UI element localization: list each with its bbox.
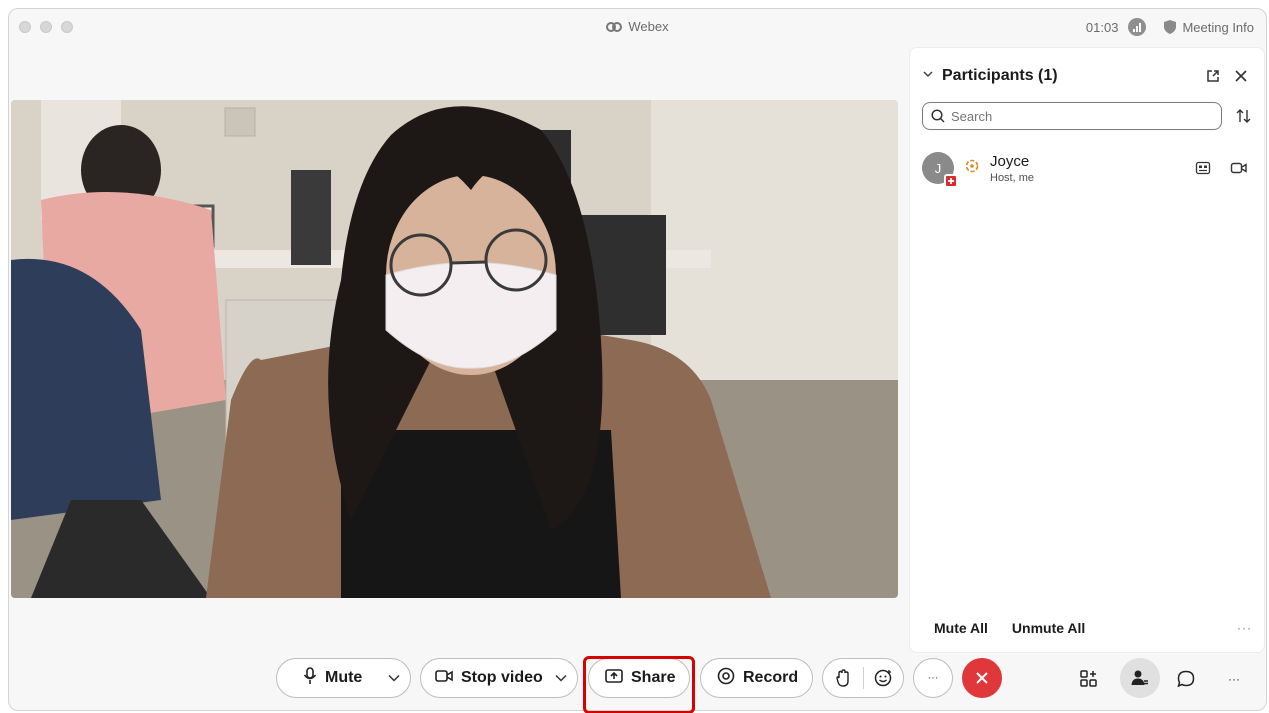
panel-more-options-button[interactable]: ··· <box>1237 621 1252 635</box>
app-title: Webex <box>9 19 1266 36</box>
more-options-button[interactable]: ··· <box>913 658 953 698</box>
record-button[interactable]: Record <box>700 658 813 698</box>
participant-name: Joyce <box>990 152 1030 170</box>
participants-icon <box>1131 670 1148 685</box>
mute-button-label: Mute <box>325 669 363 686</box>
participants-title: Participants (1) <box>942 67 1058 84</box>
webex-window: Webex 01:03 Meeting Info Participants (1… <box>8 8 1267 711</box>
unmute-all-button[interactable]: Unmute All <box>1000 618 1097 638</box>
more-panels-button[interactable]: ··· <box>1216 661 1252 697</box>
participants-toggle-button[interactable] <box>1120 658 1160 698</box>
title-bar-status: 01:03 Meeting Info <box>1086 18 1254 36</box>
recording-badge-icon <box>944 174 958 188</box>
leave-meeting-button[interactable] <box>962 658 1002 698</box>
record-icon <box>717 667 735 690</box>
record-button-label: Record <box>743 669 799 686</box>
chat-bubble-icon <box>1177 670 1195 688</box>
connection-signal-icon[interactable] <box>1128 18 1147 36</box>
mute-all-button[interactable]: Mute All <box>922 618 1000 638</box>
more-panels-label: ··· <box>1228 672 1240 686</box>
microphone-icon <box>303 666 317 690</box>
video-frame-image <box>11 100 898 598</box>
stop-video-control[interactable]: Stop video <box>420 658 578 698</box>
video-camera-icon <box>435 669 453 688</box>
meeting-info-button[interactable]: Meeting Info <box>1164 20 1254 35</box>
caption-icon[interactable] <box>1190 161 1216 175</box>
mute-options-chevron-icon[interactable] <box>388 669 400 687</box>
share-screen-icon <box>605 668 623 689</box>
collapse-panel-chevron-icon[interactable] <box>922 67 934 85</box>
raise-hand-icon[interactable] <box>823 669 863 687</box>
chat-button[interactable] <box>1168 661 1204 697</box>
search-icon <box>931 109 945 123</box>
share-button-label: Share <box>631 669 676 686</box>
reactions-group <box>822 658 904 698</box>
share-button[interactable]: Share <box>588 658 690 698</box>
mute-control[interactable]: Mute <box>276 658 411 698</box>
participant-row[interactable]: J Joyce Host, me <box>922 148 1252 188</box>
avatar: J <box>922 152 958 188</box>
more-options-label: ··· <box>927 672 939 684</box>
pop-out-panel-icon[interactable] <box>1202 65 1224 87</box>
participants-panel: Participants (1) J <box>909 47 1265 653</box>
meeting-timer: 01:03 <box>1085 19 1119 35</box>
close-panel-icon[interactable] <box>1230 65 1252 87</box>
meeting-info-label: Meeting Info <box>1182 19 1254 35</box>
participant-info: Joyce Host, me <box>990 153 1180 184</box>
video-options-chevron-icon[interactable] <box>555 669 567 687</box>
participant-search-box[interactable] <box>922 102 1222 130</box>
apps-button[interactable] <box>1071 661 1107 697</box>
self-video-feed[interactable] <box>11 100 898 598</box>
avatar-initial: J <box>934 160 942 176</box>
emoji-reaction-icon[interactable] <box>864 669 904 687</box>
host-icon <box>964 158 980 179</box>
shield-icon <box>1164 20 1177 34</box>
sort-participants-icon[interactable] <box>1222 102 1252 130</box>
participants-header: Participants (1) <box>922 64 1252 88</box>
app-title-text: Webex <box>628 19 669 34</box>
participants-footer: Mute All Unmute All ··· <box>922 616 1252 640</box>
search-input[interactable] <box>951 108 1191 124</box>
participant-search-row <box>922 102 1252 130</box>
video-camera-icon[interactable] <box>1226 161 1252 175</box>
close-icon <box>976 672 988 684</box>
apps-grid-icon <box>1080 670 1097 687</box>
stop-video-button-label: Stop video <box>461 669 543 686</box>
webex-logo-icon <box>606 21 623 36</box>
participant-role: Host, me <box>990 171 1035 184</box>
